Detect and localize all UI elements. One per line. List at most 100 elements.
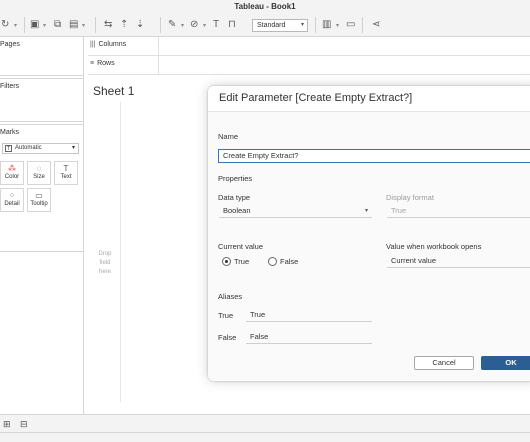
- rows-label: Rows: [97, 60, 115, 67]
- data-type-label: Data type: [218, 193, 251, 202]
- workbook-opens-value: Current value: [391, 256, 437, 265]
- size-icon: ◌: [36, 164, 42, 173]
- radio-false[interactable]: [268, 257, 277, 266]
- drop-field-line: Drop: [98, 251, 112, 257]
- shelves: ||| Columns ≡ Rows: [88, 37, 530, 75]
- chevron-down-icon[interactable]: ▾: [336, 19, 339, 33]
- display-format-select: True: [387, 204, 530, 218]
- chevron-down-icon[interactable]: ▾: [181, 19, 184, 33]
- alias-input-true[interactable]: True: [246, 308, 372, 322]
- alias-text-true: True: [250, 310, 266, 319]
- status-divider: [0, 432, 530, 433]
- toolbar: ↻ ▾ ▣ ▾ ⧉ ▤ ▾ ⇆ ⇡ ⇣ ✎ ▾ ⊘ ▾ T ⊓ Standard…: [0, 13, 530, 37]
- tooltip-icon: ▭: [35, 191, 43, 200]
- filters-title: Filters: [0, 83, 20, 90]
- chevron-down-icon: ▾: [364, 208, 368, 214]
- filters-card: Filters: [0, 78, 84, 122]
- edit-parameter-dialog: Edit Parameter [Create Empty Extract?] N…: [208, 86, 530, 381]
- dialog-body: Name Create Empty Extract? Properties Da…: [208, 112, 530, 381]
- marks-button-label: Detail: [4, 201, 20, 207]
- refresh-icon[interactable]: ↻: [1, 18, 9, 32]
- toolbar-divider: [315, 17, 316, 33]
- group-icon[interactable]: ⊘: [190, 18, 198, 32]
- rows-shelf-label: ≡ Rows: [90, 60, 115, 67]
- rows-icon: ≡: [90, 60, 95, 67]
- new-dashboard-tab-icon[interactable]: ⊟: [20, 419, 28, 430]
- workbook-opens-label: Value when workbook opens: [386, 242, 482, 251]
- chevron-down-icon[interactable]: ▾: [14, 19, 17, 33]
- aliases-label: Aliases: [218, 292, 243, 301]
- fit-select-value: Standard: [257, 22, 286, 29]
- chevron-down-icon: ▾: [300, 22, 304, 28]
- dialog-header: Edit Parameter [Create Empty Extract?]: [208, 86, 530, 112]
- shelf-divider: [158, 56, 159, 75]
- text-icon: T: [63, 164, 69, 173]
- properties-label: Properties: [218, 174, 253, 183]
- marks-text-button[interactable]: T Text: [54, 161, 78, 185]
- new-worksheet-icon[interactable]: ⧉: [54, 18, 61, 32]
- data-type-value: Boolean: [223, 206, 251, 215]
- alias-input-false[interactable]: False: [246, 330, 372, 344]
- marks-color-button[interactable]: ⁂ Color: [0, 161, 24, 185]
- chevron-down-icon[interactable]: ▾: [82, 19, 85, 33]
- pages-card: Pages: [0, 37, 84, 76]
- show-me-icon[interactable]: ▥: [322, 18, 331, 32]
- marks-title: Marks: [0, 129, 20, 136]
- marks-button-label: Size: [33, 174, 45, 180]
- drop-field-line: here: [98, 269, 111, 275]
- shelf-divider: [158, 37, 159, 56]
- marks-button-label: Color: [4, 174, 20, 180]
- ok-button[interactable]: OK: [481, 356, 530, 370]
- title-bar: Tableau - Book1: [0, 0, 530, 13]
- chevron-down-icon[interactable]: ▾: [43, 19, 46, 33]
- toolbar-divider: [24, 17, 25, 33]
- toolbar-divider: [95, 17, 96, 33]
- display-format-value: True: [391, 206, 407, 215]
- alias-text-false: False: [250, 332, 269, 341]
- swap-icon[interactable]: ⇆: [104, 18, 112, 32]
- marks-size-button[interactable]: ◌ Size: [27, 161, 51, 185]
- chevron-down-icon[interactable]: ▾: [203, 19, 206, 33]
- label-icon[interactable]: T: [213, 18, 219, 32]
- columns-icon: |||: [90, 41, 96, 48]
- presentation-icon[interactable]: ▭: [346, 18, 355, 32]
- detail-icon: ⁘: [8, 191, 16, 200]
- radio-true-label[interactable]: True: [234, 257, 249, 266]
- fit-icon[interactable]: ⊓: [228, 18, 236, 32]
- parameter-name-value: Create Empty Extract?: [223, 151, 299, 160]
- alias-value-false: False: [218, 333, 237, 342]
- fit-select[interactable]: Standard ▾: [252, 19, 308, 32]
- dialog-title: Edit Parameter [Create Empty Extract?]: [219, 92, 413, 104]
- radio-false-label[interactable]: False: [280, 257, 298, 266]
- sheet-title[interactable]: Sheet 1: [93, 84, 134, 98]
- marks-type-value: Automatic: [15, 145, 42, 151]
- toolbar-divider: [362, 17, 363, 33]
- workbook-opens-select[interactable]: Current value: [387, 254, 530, 268]
- cancel-button[interactable]: Cancel: [414, 356, 474, 370]
- new-datasource-icon[interactable]: ▣: [30, 18, 39, 32]
- sort-ascending-icon[interactable]: ⇡: [120, 18, 128, 32]
- current-value-label: Current value: [218, 242, 264, 251]
- marks-button-label: Tooltip: [30, 201, 48, 207]
- data-type-select[interactable]: Boolean ▾: [219, 204, 372, 218]
- marks-type-dropdown[interactable]: T Automatic ▾: [2, 143, 79, 154]
- drop-field-hint: Drop field here: [88, 250, 122, 277]
- share-icon[interactable]: ⋖: [372, 18, 380, 32]
- sort-descending-icon[interactable]: ⇣: [136, 18, 144, 32]
- mark-type-icon: T: [5, 145, 12, 152]
- columns-shelf[interactable]: ||| Columns: [88, 37, 530, 56]
- alias-value-true: True: [218, 311, 234, 320]
- marks-detail-button[interactable]: ⁘ Detail: [0, 188, 24, 212]
- color-icon: ⁂: [8, 164, 16, 173]
- radio-true[interactable]: [222, 257, 231, 266]
- status-bar: ⊞ ⊟: [0, 414, 530, 442]
- new-worksheet-tab-icon[interactable]: ⊞: [3, 419, 11, 430]
- highlight-icon[interactable]: ✎: [168, 18, 176, 32]
- duplicate-icon[interactable]: ▤: [69, 18, 78, 32]
- left-panel: Pages Filters Marks T Automatic ▾ ⁂ Colo…: [0, 37, 84, 415]
- rows-shelf[interactable]: ≡ Rows: [88, 56, 530, 75]
- parameter-name-input[interactable]: Create Empty Extract?: [218, 149, 530, 163]
- marks-button-label: Text: [60, 174, 72, 180]
- marks-tooltip-button[interactable]: ▭ Tooltip: [27, 188, 51, 212]
- toolbar-divider: [160, 17, 161, 33]
